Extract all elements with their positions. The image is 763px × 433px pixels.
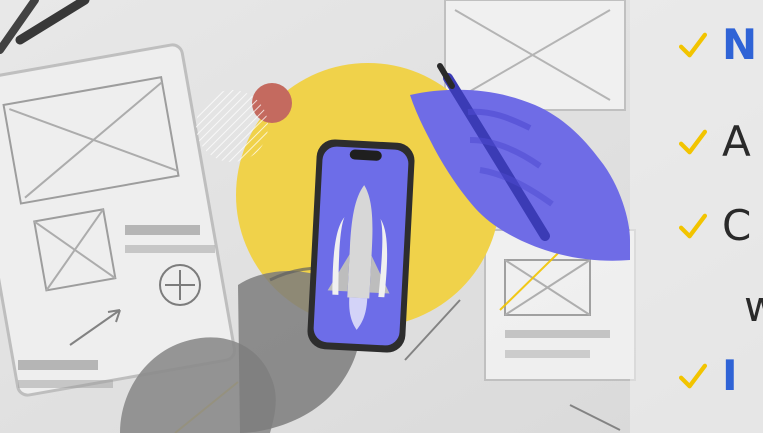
checklist-item-3: C <box>676 194 751 258</box>
hatched-circle-left <box>196 90 268 162</box>
checklist-item-text: N <box>722 20 758 69</box>
checkmark-icon <box>678 129 708 155</box>
checklist-item-2: A <box>676 110 751 174</box>
checkmark-icon <box>678 363 708 389</box>
checklist-item-text: I <box>722 351 738 400</box>
checklist-item-4: w <box>744 275 763 339</box>
hero-banner: N A C w I <box>0 0 763 433</box>
checklist-item-1: N <box>676 13 757 77</box>
checkmark-icon <box>678 32 708 58</box>
checklist-item-text: C <box>722 201 752 250</box>
phone <box>307 139 415 353</box>
checkmark-icon <box>678 213 708 239</box>
checklist-item-text: w <box>744 282 763 331</box>
checklist-item-text: A <box>722 117 751 166</box>
checklist-item-5: I <box>676 344 738 408</box>
